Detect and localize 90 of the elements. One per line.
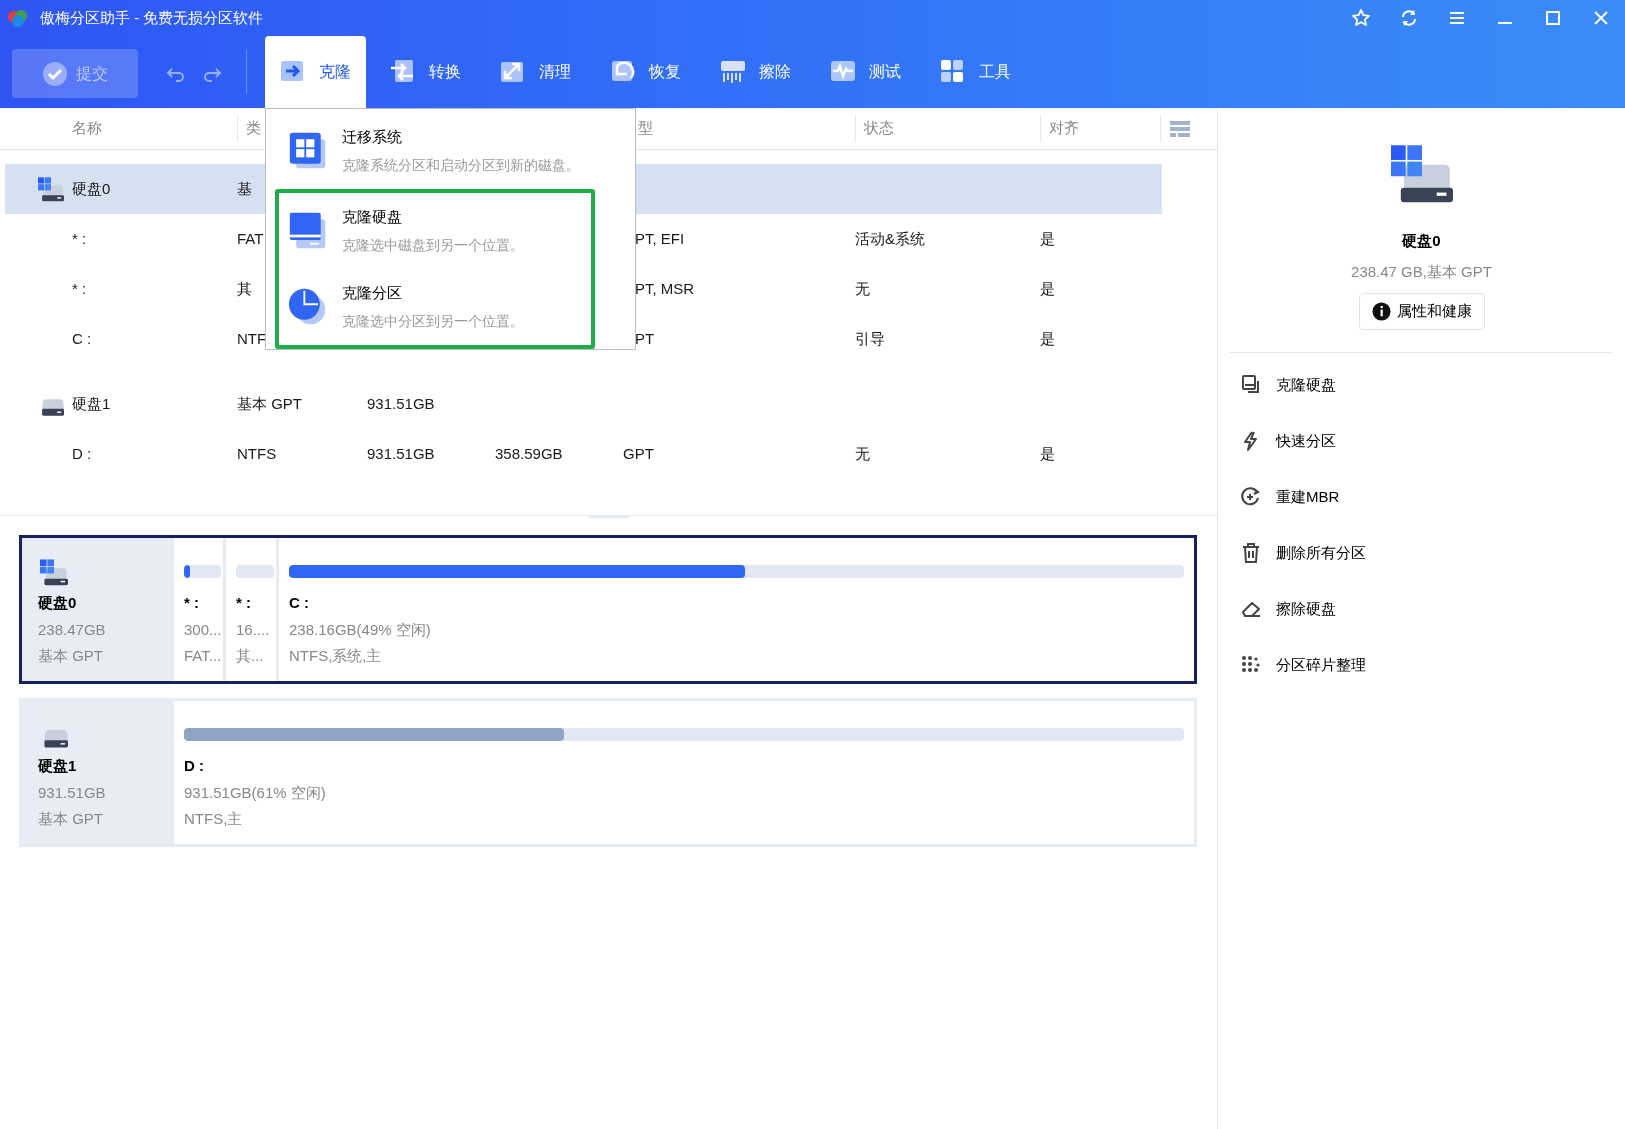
- disk-name: 硬盘0: [1402, 231, 1441, 251]
- table-cell-text: 是: [1040, 443, 1055, 464]
- undo-icon[interactable]: [166, 65, 186, 83]
- table-cell-text: GPT: [623, 443, 654, 464]
- table-cell-text: 931.51GB: [367, 443, 435, 464]
- table-cell-text: 引导: [855, 328, 885, 349]
- table-cell-text: FAT: [237, 228, 264, 249]
- disk-name[interactable]: 硬盘1: [72, 392, 111, 416]
- partition-block[interactable]: C : 238.16GB(49% 空闲) NTFS,系统,主: [279, 538, 1194, 681]
- table-cell-text: 无: [855, 443, 870, 464]
- table-cell-text: 是: [1040, 278, 1055, 299]
- trash-icon: [1240, 542, 1262, 564]
- column-header[interactable]: 对齐: [1049, 117, 1079, 140]
- table-cell-text: 无: [855, 278, 870, 299]
- toolbar-tab[interactable]: 克隆: [265, 36, 366, 108]
- partition-label: * :: [236, 593, 252, 613]
- app-logo-icon: [6, 8, 30, 28]
- maximize-icon[interactable]: [1543, 8, 1563, 28]
- circular-plus-icon: [1240, 486, 1262, 508]
- toolbar-tab[interactable]: 恢复: [595, 36, 696, 108]
- disk-size: 238.47GB: [38, 619, 107, 640]
- partition-size: 931.51GB(61% 空闲): [184, 782, 327, 803]
- toolbar-tab[interactable]: 工具: [925, 36, 1026, 108]
- partition-filesystem: 其...: [236, 646, 265, 666]
- pie-chart-icon: [288, 287, 328, 327]
- monitor-icon: [288, 211, 328, 251]
- disk-name: 硬盘1: [38, 756, 78, 776]
- partition-size: 16....: [236, 619, 271, 640]
- table-cell-text: NTF: [237, 328, 267, 349]
- toolbar-tab[interactable]: 转换: [375, 36, 476, 108]
- partition-block[interactable]: D : 931.51GB(61% 空闲) NTFS,主: [174, 701, 1194, 844]
- action-item[interactable]: 分区碎片整理: [1218, 637, 1625, 693]
- action-item[interactable]: 克隆硬盘: [1218, 357, 1625, 413]
- table-cell-text: 是: [1040, 328, 1055, 349]
- table-cell-text: PT, EFI: [634, 228, 685, 249]
- disk-type: 基本 GPT: [38, 646, 104, 666]
- disk-size: 931.51GB: [38, 782, 107, 803]
- toolbar-tab[interactable]: 清理: [485, 36, 586, 108]
- table-cell-text: PT, MSR: [634, 278, 695, 299]
- table-cell-text: 基: [237, 178, 252, 199]
- table-cell-text: * :: [72, 278, 87, 299]
- partition-size: 238.16GB(49% 空闲): [289, 619, 432, 640]
- table-cell-text: PT: [634, 328, 655, 349]
- check-icon: [42, 60, 68, 87]
- menu-item[interactable]: 克隆分区 克隆选中分区到另一个位置。: [279, 269, 591, 345]
- table-cell-text: 其: [237, 278, 252, 299]
- redo-icon[interactable]: [202, 65, 222, 83]
- table-cell-text: 931.51GB: [367, 393, 435, 414]
- refresh-icon[interactable]: [1399, 8, 1419, 28]
- disk-info: 238.47 GB,基本 GPT: [1351, 261, 1492, 282]
- table-cell-text: D :: [72, 443, 92, 464]
- partition-size: 300...: [184, 619, 221, 640]
- partition-filesystem: FAT...: [184, 646, 221, 666]
- partition-block[interactable]: * : 16.... 其...: [226, 538, 279, 681]
- disk-type: 基本 GPT: [38, 809, 104, 829]
- window-title: 傲梅分区助手 - 免费无损分区软件: [40, 7, 264, 28]
- action-item[interactable]: 擦除硬盘: [1218, 581, 1625, 637]
- action-item[interactable]: 快速分区: [1218, 413, 1625, 469]
- column-settings-icon[interactable]: [1169, 119, 1191, 138]
- shredder-icon: [719, 58, 747, 86]
- partition-label: * :: [184, 593, 200, 613]
- table-cell-text: NTFS: [237, 443, 277, 464]
- partition-filesystem: NTFS,系统,主: [289, 646, 383, 666]
- partition-label: D :: [184, 756, 205, 776]
- window-icon: [288, 131, 328, 171]
- column-header[interactable]: 名称: [72, 117, 102, 140]
- partition-block[interactable]: * : 300... FAT...: [174, 538, 226, 681]
- info-icon: [1371, 302, 1391, 321]
- partition-label: C :: [289, 593, 310, 613]
- disk-name[interactable]: 硬盘0: [72, 177, 111, 201]
- table-cell-text: C :: [72, 328, 92, 349]
- toolbar-tab[interactable]: 擦除: [705, 36, 806, 108]
- table-cell-text: 358.59GB: [495, 443, 563, 464]
- table-cell-text: 是: [1040, 228, 1055, 249]
- table-cell-text: 活动&系统: [855, 228, 925, 249]
- column-header[interactable]: 类: [246, 117, 261, 140]
- toolbar-tab[interactable]: 测试: [815, 36, 916, 108]
- disk-card[interactable]: 硬盘1 931.51GB 基本 GPT D : 931.51GB(61% 空闲) NTFS,主: [19, 698, 1197, 847]
- table-cell-text: * :: [72, 228, 87, 249]
- copy-icon: [1240, 374, 1262, 396]
- partition-filesystem: NTFS,主: [184, 809, 244, 829]
- star-icon[interactable]: [1351, 8, 1371, 28]
- disk-card[interactable]: 硬盘0 238.47GB 基本 GPT * : 300... FAT... * : 16.... 其... C : 238.16GB(49% 空闲) NTFS,系统,主: [19, 535, 1197, 684]
- properties-button[interactable]: 属性和健康: [1358, 293, 1485, 330]
- table-cell-text: 基本 GPT: [237, 393, 302, 414]
- disk-name: 硬盘0: [38, 593, 78, 613]
- action-item[interactable]: 删除所有分区: [1218, 525, 1625, 581]
- column-header[interactable]: 状态: [864, 117, 894, 140]
- column-header[interactable]: 型: [632, 117, 653, 140]
- action-item[interactable]: 重建MBR: [1218, 469, 1625, 525]
